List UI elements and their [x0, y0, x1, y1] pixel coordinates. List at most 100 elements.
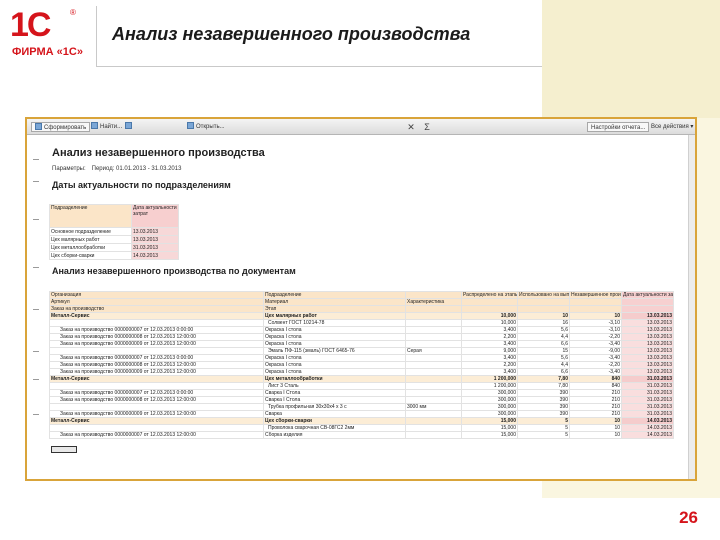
- table-cell[interactable]: 31.03.2013: [621, 396, 674, 404]
- column-header[interactable]: Характеристика: [405, 298, 462, 306]
- table-cell[interactable]: [49, 424, 264, 432]
- table-cell[interactable]: 31.03.2013: [621, 382, 674, 390]
- column-header[interactable]: Незавершенное производство: [569, 291, 622, 299]
- table-cell[interactable]: [405, 354, 462, 362]
- table-row[interactable]: Солвент ГОСТ 10214-78 10,000 16 -3,10 13.03.…: [49, 319, 674, 327]
- table-cell[interactable]: Металл-Сервис: [49, 312, 264, 320]
- table-cell[interactable]: 13.03.2013: [621, 361, 674, 369]
- table-cell[interactable]: Цех малярных работ: [49, 235, 132, 244]
- table-cell[interactable]: 210: [569, 389, 622, 397]
- table-cell[interactable]: 1 200,000: [461, 375, 518, 383]
- table-cell[interactable]: [405, 389, 462, 397]
- table-cell[interactable]: Сварка I Стола: [263, 396, 406, 404]
- group-row[interactable]: Металл-Сервис Цех сборки-сварки 15,000 5 10 1…: [49, 417, 674, 425]
- table-cell[interactable]: 390: [517, 396, 570, 404]
- table-cell[interactable]: [405, 417, 462, 425]
- table-row[interactable]: Заказ на производство 0000000007 от 12.0…: [49, 389, 674, 397]
- collapse-marker[interactable]: [33, 309, 39, 310]
- table-cell[interactable]: 31.03.2013: [621, 410, 674, 418]
- column-header[interactable]: [569, 298, 622, 306]
- collapse-marker[interactable]: [33, 219, 39, 220]
- table-cell[interactable]: Цех сборки-сварки: [263, 417, 406, 425]
- table-cell[interactable]: Окраска I стола: [263, 361, 406, 369]
- column-header[interactable]: Этап: [263, 305, 406, 313]
- table-cell[interactable]: -3,10: [569, 319, 622, 327]
- table-cell[interactable]: 13.03.2013: [131, 235, 179, 244]
- table-cell[interactable]: 2,200: [461, 361, 518, 369]
- table-cell[interactable]: 7,80: [517, 375, 570, 383]
- table-cell[interactable]: 3000 мм: [405, 403, 462, 411]
- table-cell[interactable]: -2,20: [569, 333, 622, 341]
- table-cell[interactable]: Цех металлообработки: [49, 243, 132, 252]
- table-cell[interactable]: 14.03.2013: [131, 251, 179, 260]
- table-cell[interactable]: Окраска I стола: [263, 340, 406, 348]
- table-cell[interactable]: 31.03.2013: [621, 375, 674, 383]
- table-cell[interactable]: 10: [569, 424, 622, 432]
- selected-cell[interactable]: [51, 446, 77, 453]
- column-header[interactable]: [621, 305, 674, 313]
- column-header[interactable]: [517, 298, 570, 306]
- table-cell[interactable]: Металл-Сервис: [49, 375, 264, 383]
- table-cell[interactable]: 210: [569, 403, 622, 411]
- table-cell[interactable]: 14.03.2013: [621, 417, 674, 425]
- all-actions-menu[interactable]: Все действия ▾: [651, 122, 693, 132]
- report-settings-button[interactable]: Настройки отчета...: [587, 122, 650, 132]
- table-row[interactable]: Проволока сварочная СВ-08ГС2 2мм 15,000 5 1…: [49, 424, 674, 432]
- column-header[interactable]: [569, 305, 622, 313]
- table-cell[interactable]: Солвент ГОСТ 10214-78: [263, 319, 406, 327]
- table-cell[interactable]: 31.03.2013: [621, 403, 674, 411]
- table-cell[interactable]: [405, 319, 462, 327]
- collapse-marker[interactable]: [33, 379, 39, 380]
- table-cell[interactable]: 13.03.2013: [621, 347, 674, 355]
- table-cell[interactable]: Цех металлообработки: [263, 375, 406, 383]
- table-cell[interactable]: Окраска I стола: [263, 368, 406, 376]
- table-cell[interactable]: 10: [569, 417, 622, 425]
- table-cell[interactable]: 14.03.2013: [621, 424, 674, 432]
- table-cell[interactable]: Проволока сварочная СВ-08ГС2 2мм: [263, 424, 406, 432]
- column-header[interactable]: Использовано на выпуск: [517, 291, 570, 299]
- table-cell[interactable]: Заказ на производство 0000000009 от 12.0…: [49, 340, 264, 348]
- table-cell[interactable]: [49, 403, 264, 411]
- table-cell[interactable]: Заказ на производство 0000000007 от 12.0…: [49, 389, 264, 397]
- table-row[interactable]: Заказ на производство 0000000009 от 12.0…: [49, 340, 674, 348]
- table-cell[interactable]: 300,000: [461, 403, 518, 411]
- table-cell[interactable]: [405, 368, 462, 376]
- table-cell[interactable]: Заказ на производство 0000000008 от 12.0…: [49, 333, 264, 341]
- column-header[interactable]: Подразделение: [49, 204, 132, 228]
- table-row[interactable]: Заказ на производство 0000000008 от 12.0…: [49, 361, 674, 369]
- column-header[interactable]: Организация: [49, 291, 264, 299]
- table-cell[interactable]: 3,400: [461, 340, 518, 348]
- table-cell[interactable]: [405, 396, 462, 404]
- table-cell[interactable]: 840: [569, 375, 622, 383]
- table-row[interactable]: Цех металлообработки 31.03.2013: [49, 243, 179, 252]
- table-cell[interactable]: 5: [517, 424, 570, 432]
- table-cell[interactable]: 5,6: [517, 326, 570, 334]
- table-cell[interactable]: Заказ на производство 0000000007 от 12.0…: [49, 354, 264, 362]
- table-cell[interactable]: 10: [569, 431, 622, 439]
- table-cell[interactable]: 16: [517, 319, 570, 327]
- table-cell[interactable]: 15: [517, 347, 570, 355]
- table-row[interactable]: Заказ на производство 0000000009 от 12.0…: [49, 410, 674, 418]
- table-cell[interactable]: 300,000: [461, 410, 518, 418]
- table-cell[interactable]: 13.03.2013: [621, 312, 674, 320]
- table-cell[interactable]: [405, 333, 462, 341]
- table-cell[interactable]: 10,000: [461, 312, 518, 320]
- table-cell[interactable]: 13.03.2013: [621, 340, 674, 348]
- table-cell[interactable]: 13.03.2013: [621, 368, 674, 376]
- sum-icon[interactable]: Σ: [421, 121, 433, 133]
- table-cell[interactable]: 3,400: [461, 326, 518, 334]
- generate-button[interactable]: Сформировать: [31, 122, 91, 132]
- table-cell[interactable]: 4,4: [517, 333, 570, 341]
- table-cell[interactable]: [405, 361, 462, 369]
- table-row[interactable]: Заказ на производство 0000000009 от 12.0…: [49, 368, 674, 376]
- table-cell[interactable]: 390: [517, 389, 570, 397]
- table-cell[interactable]: -3,40: [569, 368, 622, 376]
- table-cell[interactable]: 6,6: [517, 368, 570, 376]
- table-cell[interactable]: 13.03.2013: [621, 333, 674, 341]
- table-cell[interactable]: 15,000: [461, 431, 518, 439]
- column-header[interactable]: Подразделение: [263, 291, 406, 299]
- group-row[interactable]: Металл-Сервис Цех металлообработки 1 200,0…: [49, 375, 674, 383]
- table-cell[interactable]: Сварка I Стола: [263, 389, 406, 397]
- table-cell[interactable]: -9,00: [569, 347, 622, 355]
- table-cell[interactable]: 5,6: [517, 354, 570, 362]
